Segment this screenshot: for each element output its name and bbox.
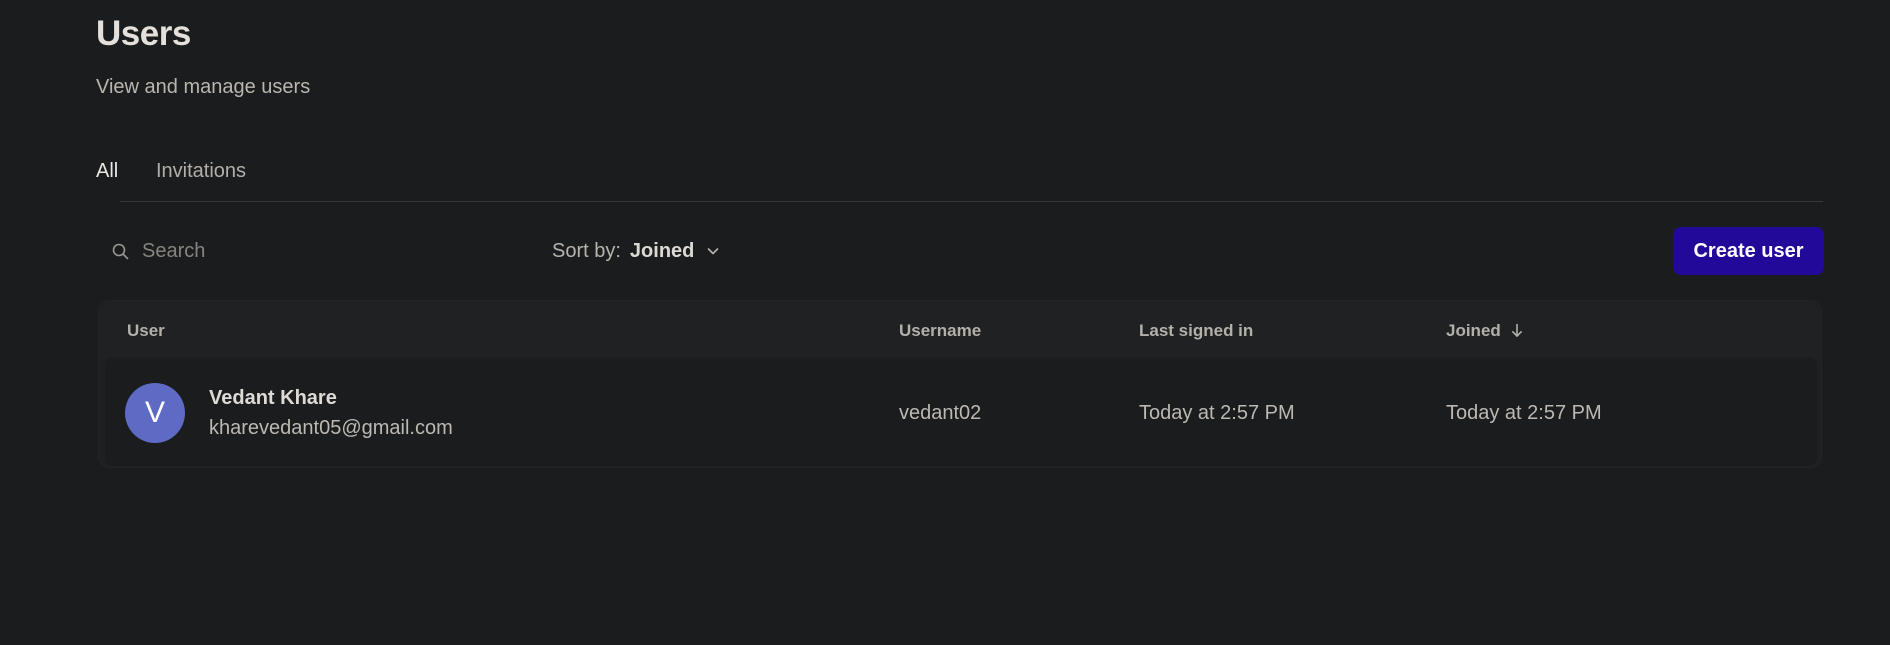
user-email: kharevedant05@gmail.com: [209, 417, 453, 439]
search-icon: [112, 243, 129, 259]
column-header-joined-label: Joined: [1446, 321, 1501, 340]
table-header: User Username Last signed in Joined: [99, 301, 1821, 357]
tab-invitations[interactable]: Invitations: [156, 160, 246, 183]
column-header-username: Username: [899, 321, 982, 340]
avatar: V: [125, 383, 185, 443]
sort-value: Joined: [629, 239, 695, 262]
search-input[interactable]: [142, 239, 402, 263]
create-user-button[interactable]: Create user: [1673, 227, 1824, 275]
column-header-joined[interactable]: Joined: [1446, 321, 1523, 341]
page-subtitle: View and manage users: [96, 76, 311, 98]
chevron-down-icon: [708, 248, 719, 255]
sort-dropdown[interactable]: Sort by: Joined: [552, 238, 720, 264]
arrow-down-icon: [1511, 323, 1522, 337]
users-table: User Username Last signed in Joined V Ve…: [98, 300, 1822, 468]
page-title: Users: [96, 14, 191, 53]
tab-all[interactable]: All: [96, 160, 118, 183]
table-row[interactable]: V Vedant Khare kharevedant05@gmail.com v…: [105, 358, 1817, 466]
username-cell: vedant02: [899, 402, 982, 424]
users-page: Users View and manage users All Invitati…: [0, 0, 1890, 645]
sort-label: Sort by:: [552, 239, 621, 262]
joined-cell: Today at 2:57 PM: [1446, 402, 1602, 424]
user-name: Vedant Khare: [209, 387, 337, 409]
search-box[interactable]: [112, 238, 412, 264]
column-header-user: User: [127, 321, 165, 340]
tabs-divider: [120, 201, 1823, 202]
last-signed-in-cell: Today at 2:57 PM: [1139, 402, 1295, 424]
column-header-last-signed-in: Last signed in: [1139, 321, 1254, 340]
